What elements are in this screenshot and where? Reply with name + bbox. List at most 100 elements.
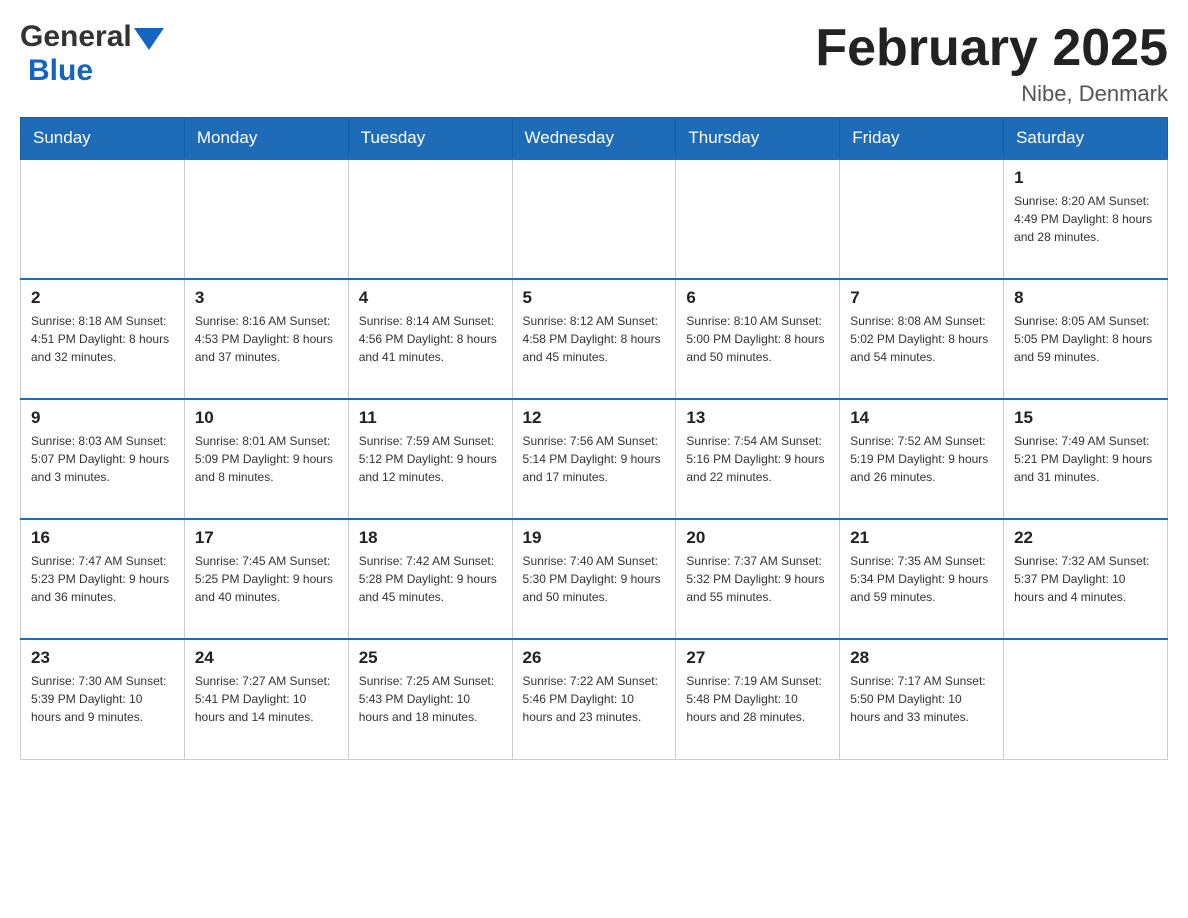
calendar-cell xyxy=(512,159,676,279)
day-number: 13 xyxy=(686,408,829,428)
calendar-cell: 4Sunrise: 8:14 AM Sunset: 4:56 PM Daylig… xyxy=(348,279,512,399)
calendar-cell: 9 Sunrise: 8:03 AM Sunset: 5:07 PM Daylig… xyxy=(21,399,185,519)
day-header-thursday: Thursday xyxy=(676,118,840,160)
day-number: 11 xyxy=(359,408,502,428)
day-header-monday: Monday xyxy=(184,118,348,160)
day-info: Sunrise: 7:37 AM Sunset: 5:32 PM Dayligh… xyxy=(686,552,829,606)
logo-blue-text: Blue xyxy=(28,54,93,87)
day-number: 10 xyxy=(195,408,338,428)
week-row-3: 9 Sunrise: 8:03 AM Sunset: 5:07 PM Daylig… xyxy=(21,399,1168,519)
day-number: 24 xyxy=(195,648,338,668)
calendar-cell xyxy=(184,159,348,279)
calendar-cell: 16 Sunrise: 7:47 AM Sunset: 5:23 PM Dayli… xyxy=(21,519,185,639)
day-number: 22 xyxy=(1014,528,1157,548)
title-section: February 2025 Nibe, Denmark xyxy=(815,20,1168,107)
day-number: 18 xyxy=(359,528,502,548)
day-info: Sunrise: 8:10 AM Sunset: 5:00 PM Dayligh… xyxy=(686,312,829,366)
day-number: 20 xyxy=(686,528,829,548)
logo: General Blue xyxy=(20,20,164,88)
day-info: Sunrise: 7:45 AM Sunset: 5:25 PM Dayligh… xyxy=(195,552,338,606)
day-info: Sunrise: 7:49 AM Sunset: 5:21 PM Dayligh… xyxy=(1014,432,1157,486)
day-info: Sunrise: 7:25 AM Sunset: 5:43 PM Dayligh… xyxy=(359,672,502,726)
calendar-cell: 24 Sunrise: 7:27 AM Sunset: 5:41 PM Dayli… xyxy=(184,639,348,759)
day-number: 15 xyxy=(1014,408,1157,428)
month-title: February 2025 xyxy=(815,20,1168,77)
calendar-cell: 20 Sunrise: 7:37 AM Sunset: 5:32 PM Dayli… xyxy=(676,519,840,639)
day-number: 23 xyxy=(31,648,174,668)
day-info: Sunrise: 7:54 AM Sunset: 5:16 PM Dayligh… xyxy=(686,432,829,486)
calendar-cell: 17Sunrise: 7:45 AM Sunset: 5:25 PM Dayli… xyxy=(184,519,348,639)
day-header-wednesday: Wednesday xyxy=(512,118,676,160)
day-info: Sunrise: 8:20 AM Sunset: 4:49 PM Dayligh… xyxy=(1014,192,1157,246)
calendar-cell xyxy=(840,159,1004,279)
day-number: 9 xyxy=(31,408,174,428)
day-number: 4 xyxy=(359,288,502,308)
day-number: 27 xyxy=(686,648,829,668)
day-info: Sunrise: 7:27 AM Sunset: 5:41 PM Dayligh… xyxy=(195,672,338,726)
calendar-cell: 15 Sunrise: 7:49 AM Sunset: 5:21 PM Dayli… xyxy=(1004,399,1168,519)
day-number: 14 xyxy=(850,408,993,428)
days-header-row: SundayMondayTuesdayWednesdayThursdayFrid… xyxy=(21,118,1168,160)
calendar-cell xyxy=(348,159,512,279)
calendar-table: SundayMondayTuesdayWednesdayThursdayFrid… xyxy=(20,117,1168,760)
day-info: Sunrise: 7:22 AM Sunset: 5:46 PM Dayligh… xyxy=(523,672,666,726)
day-info: Sunrise: 7:19 AM Sunset: 5:48 PM Dayligh… xyxy=(686,672,829,726)
day-header-saturday: Saturday xyxy=(1004,118,1168,160)
calendar-cell: 23Sunrise: 7:30 AM Sunset: 5:39 PM Dayli… xyxy=(21,639,185,759)
day-number: 5 xyxy=(523,288,666,308)
day-info: Sunrise: 8:01 AM Sunset: 5:09 PM Dayligh… xyxy=(195,432,338,486)
calendar-cell: 18 Sunrise: 7:42 AM Sunset: 5:28 PM Dayli… xyxy=(348,519,512,639)
calendar-cell: 5 Sunrise: 8:12 AM Sunset: 4:58 PM Daylig… xyxy=(512,279,676,399)
calendar-cell xyxy=(21,159,185,279)
calendar-cell: 11 Sunrise: 7:59 AM Sunset: 5:12 PM Dayli… xyxy=(348,399,512,519)
day-info: Sunrise: 7:52 AM Sunset: 5:19 PM Dayligh… xyxy=(850,432,993,486)
calendar-cell: 14 Sunrise: 7:52 AM Sunset: 5:19 PM Dayli… xyxy=(840,399,1004,519)
day-number: 7 xyxy=(850,288,993,308)
day-info: Sunrise: 7:47 AM Sunset: 5:23 PM Dayligh… xyxy=(31,552,174,606)
calendar-cell: 8 Sunrise: 8:05 AM Sunset: 5:05 PM Daylig… xyxy=(1004,279,1168,399)
calendar-cell: 21 Sunrise: 7:35 AM Sunset: 5:34 PM Dayli… xyxy=(840,519,1004,639)
day-header-sunday: Sunday xyxy=(21,118,185,160)
calendar-cell: 22 Sunrise: 7:32 AM Sunset: 5:37 PM Dayli… xyxy=(1004,519,1168,639)
calendar-cell: 19 Sunrise: 7:40 AM Sunset: 5:30 PM Dayli… xyxy=(512,519,676,639)
day-info: Sunrise: 7:35 AM Sunset: 5:34 PM Dayligh… xyxy=(850,552,993,606)
calendar-cell xyxy=(1004,639,1168,759)
calendar-cell: 28 Sunrise: 7:17 AM Sunset: 5:50 PM Dayli… xyxy=(840,639,1004,759)
day-number: 21 xyxy=(850,528,993,548)
day-info: Sunrise: 7:42 AM Sunset: 5:28 PM Dayligh… xyxy=(359,552,502,606)
day-number: 19 xyxy=(523,528,666,548)
calendar-cell: 26 Sunrise: 7:22 AM Sunset: 5:46 PM Dayli… xyxy=(512,639,676,759)
day-info: Sunrise: 8:18 AM Sunset: 4:51 PM Dayligh… xyxy=(31,312,174,366)
week-row-1: 1 Sunrise: 8:20 AM Sunset: 4:49 PM Daylig… xyxy=(21,159,1168,279)
day-info: Sunrise: 8:03 AM Sunset: 5:07 PM Dayligh… xyxy=(31,432,174,486)
day-number: 12 xyxy=(523,408,666,428)
day-number: 28 xyxy=(850,648,993,668)
day-number: 2 xyxy=(31,288,174,308)
day-info: Sunrise: 8:12 AM Sunset: 4:58 PM Dayligh… xyxy=(523,312,666,366)
day-number: 8 xyxy=(1014,288,1157,308)
day-number: 1 xyxy=(1014,168,1157,188)
week-row-5: 23Sunrise: 7:30 AM Sunset: 5:39 PM Dayli… xyxy=(21,639,1168,759)
day-info: Sunrise: 7:56 AM Sunset: 5:14 PM Dayligh… xyxy=(523,432,666,486)
calendar-cell: 7Sunrise: 8:08 AM Sunset: 5:02 PM Daylig… xyxy=(840,279,1004,399)
calendar-cell: 12 Sunrise: 7:56 AM Sunset: 5:14 PM Dayli… xyxy=(512,399,676,519)
location: Nibe, Denmark xyxy=(815,81,1168,107)
day-info: Sunrise: 7:17 AM Sunset: 5:50 PM Dayligh… xyxy=(850,672,993,726)
day-info: Sunrise: 7:40 AM Sunset: 5:30 PM Dayligh… xyxy=(523,552,666,606)
calendar-cell: 13 Sunrise: 7:54 AM Sunset: 5:16 PM Dayli… xyxy=(676,399,840,519)
calendar-cell: 6 Sunrise: 8:10 AM Sunset: 5:00 PM Daylig… xyxy=(676,279,840,399)
day-number: 26 xyxy=(523,648,666,668)
day-header-tuesday: Tuesday xyxy=(348,118,512,160)
logo-general-text: General xyxy=(20,20,132,54)
calendar-cell: 1 Sunrise: 8:20 AM Sunset: 4:49 PM Daylig… xyxy=(1004,159,1168,279)
week-row-4: 16 Sunrise: 7:47 AM Sunset: 5:23 PM Dayli… xyxy=(21,519,1168,639)
day-info: Sunrise: 7:32 AM Sunset: 5:37 PM Dayligh… xyxy=(1014,552,1157,606)
day-info: Sunrise: 8:05 AM Sunset: 5:05 PM Dayligh… xyxy=(1014,312,1157,366)
day-info: Sunrise: 7:59 AM Sunset: 5:12 PM Dayligh… xyxy=(359,432,502,486)
logo-arrow-icon xyxy=(134,28,164,50)
calendar-cell xyxy=(676,159,840,279)
day-number: 6 xyxy=(686,288,829,308)
calendar-cell: 27 Sunrise: 7:19 AM Sunset: 5:48 PM Dayli… xyxy=(676,639,840,759)
day-number: 16 xyxy=(31,528,174,548)
calendar-cell: 3Sunrise: 8:16 AM Sunset: 4:53 PM Daylig… xyxy=(184,279,348,399)
